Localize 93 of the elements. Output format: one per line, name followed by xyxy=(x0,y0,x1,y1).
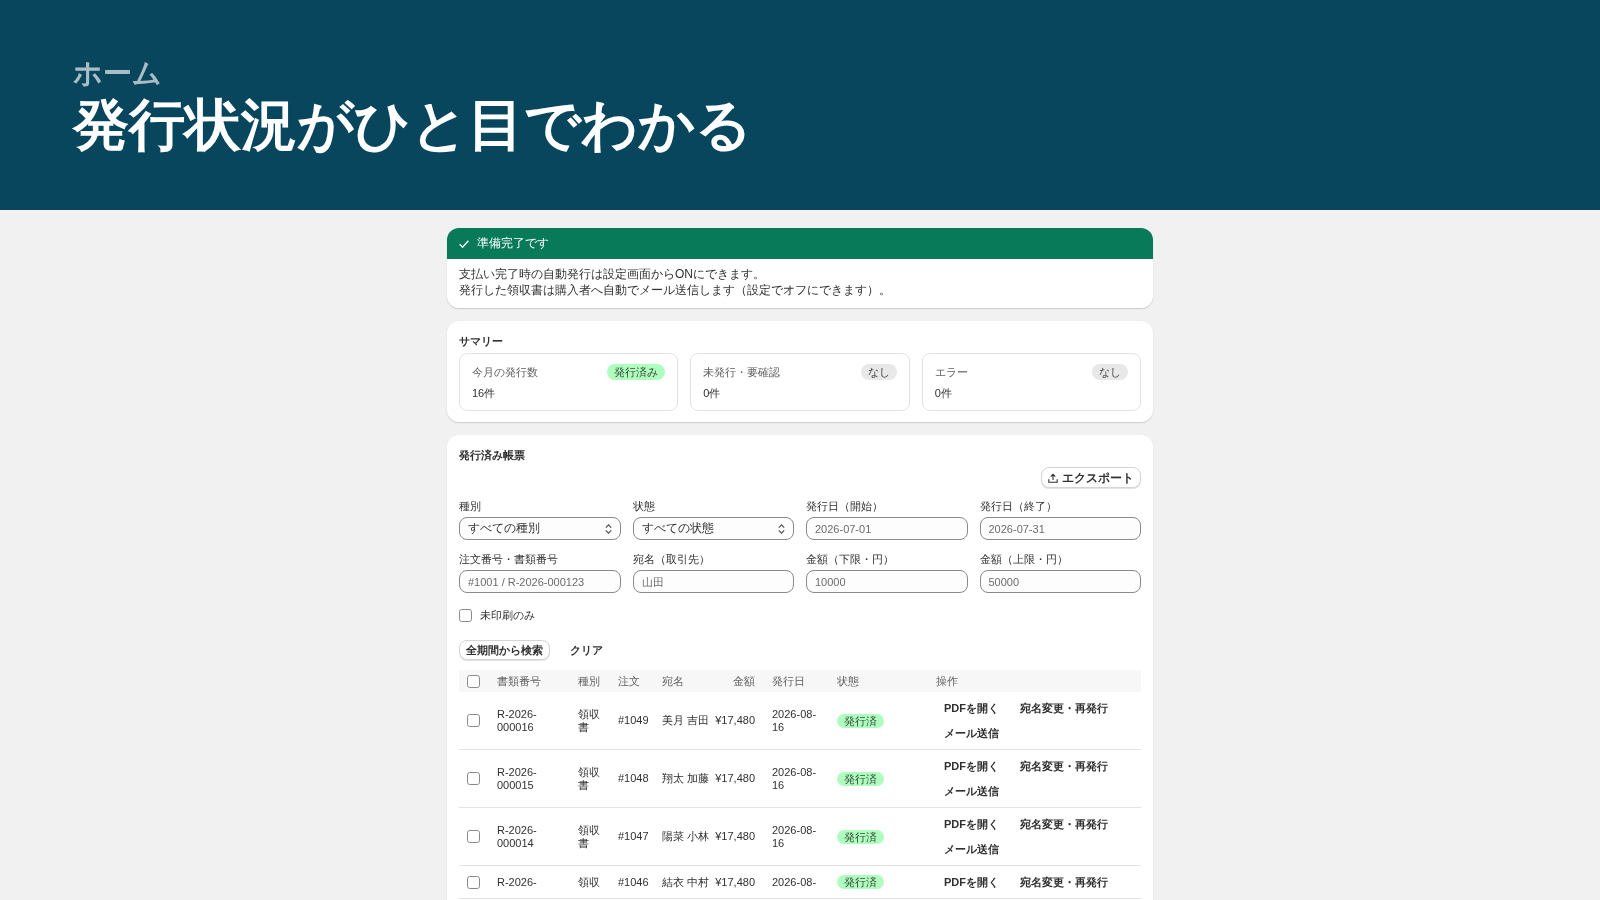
table-cell: R-2026- xyxy=(497,865,578,899)
checkbox[interactable] xyxy=(459,608,472,622)
table-cell: 領収書 xyxy=(578,692,618,750)
table-cell: R-2026-000014 xyxy=(497,807,578,866)
row-action-button[interactable]: 宛名変更・再発行 xyxy=(1012,754,1116,778)
chevron-updown-icon xyxy=(778,523,785,534)
page-title: 発行状況がひと目でわかる xyxy=(73,92,752,158)
row-action-button[interactable]: 宛名変更・再発行 xyxy=(1012,812,1116,836)
stat-label: エラー xyxy=(934,364,968,380)
field-label: 注文番号・書類番号 xyxy=(459,552,559,567)
status-badge: 発行済 xyxy=(837,771,884,786)
status-badge: 発行済 xyxy=(837,713,884,728)
export-button[interactable]: エクスポート xyxy=(1041,467,1141,488)
row-action-button[interactable]: PDFを開く xyxy=(936,754,1007,778)
row-action-button[interactable]: メール送信 xyxy=(936,779,1007,803)
field-label: 金額（上限・円） xyxy=(979,552,1069,567)
section-title: サマリー xyxy=(459,334,504,349)
column-header: 種別 xyxy=(578,674,600,687)
text-button[interactable]: クリア xyxy=(562,640,611,660)
row-action-button[interactable]: メール送信 xyxy=(936,837,1007,861)
row-checkbox[interactable] xyxy=(467,830,480,844)
status-badge: なし xyxy=(860,364,897,380)
status-badge: 発行済み xyxy=(607,364,666,380)
checkbox-label: 未印刷のみ xyxy=(480,607,535,623)
table-cell: 結衣 中村 xyxy=(662,865,712,899)
row-action-button[interactable]: メール送信 xyxy=(936,721,1007,745)
notice-text: 支払い完了時の自動発行は設定画面からONにできます。 xyxy=(459,267,766,283)
column-header: 宛名 xyxy=(662,674,684,687)
table-cell: 陽菜 小林 xyxy=(662,807,712,866)
notice-text: 発行した領収書は購入者へ自動でメール送信します（設定でオフにできます）。 xyxy=(459,282,892,298)
row-action-button[interactable]: 宛名変更・再発行 xyxy=(1012,696,1116,720)
table-cell: ¥17,480 xyxy=(712,692,755,750)
stat-value: 0件 xyxy=(703,386,722,401)
field-label: 宛名（取引先） xyxy=(632,552,711,567)
table-cell: R-2026-000015 xyxy=(497,749,578,808)
stat-label: 今月の発行数 xyxy=(472,364,538,380)
table-cell: 領収書 xyxy=(578,807,618,866)
table-cell: 美月 吉田 xyxy=(662,692,712,750)
section-title: 発行済み帳票 xyxy=(459,448,526,463)
field-label: 発行日（終了） xyxy=(979,499,1058,514)
breadcrumb-text: ホーム xyxy=(73,56,162,91)
row-action-button[interactable]: PDFを開く xyxy=(936,812,1007,836)
column-header: 注文 xyxy=(618,674,640,687)
column-header: 金額 xyxy=(733,674,755,687)
table-cell: 翔太 加藤 xyxy=(662,749,712,808)
check-icon xyxy=(459,239,469,248)
column-header: 状態 xyxy=(837,674,859,687)
row-checkbox[interactable] xyxy=(467,772,480,786)
row-action-button[interactable]: 宛名変更・再発行 xyxy=(1012,870,1116,894)
table-cell: 2026-08-16 xyxy=(755,692,837,750)
input-field[interactable]: 2026-07-01 xyxy=(806,517,968,540)
table-cell: 領収 xyxy=(578,865,618,899)
stat-value: 0件 xyxy=(934,386,953,401)
field-label: 種別 xyxy=(459,499,482,514)
row-checkbox[interactable] xyxy=(467,714,480,728)
row-checkbox[interactable] xyxy=(467,875,480,889)
secondary-button[interactable]: 全期間から検索 xyxy=(459,640,550,660)
row-action-button[interactable]: PDFを開く xyxy=(936,696,1007,720)
row-action-button[interactable]: PDFを開く xyxy=(936,870,1007,894)
field-label: 状態 xyxy=(632,499,656,514)
chevron-updown-icon xyxy=(604,523,612,534)
field-label: 発行日（開始） xyxy=(806,499,884,514)
status-badge: 発行済 xyxy=(837,875,884,889)
table-cell: R-2026-000016 xyxy=(497,692,578,750)
table-cell: #1047 xyxy=(618,807,662,866)
field-label: 金額（下限・円） xyxy=(806,552,895,567)
table-cell: 2026-08-16 xyxy=(755,807,837,866)
status-badge: 発行済 xyxy=(837,829,884,844)
column-header: 発行日 xyxy=(772,674,805,687)
table-cell: #1048 xyxy=(618,749,662,808)
dropdown-select[interactable]: すべての種別 xyxy=(459,517,621,540)
stat-value: 16件 xyxy=(472,386,497,401)
column-header: 操作 xyxy=(936,674,958,687)
notice-title: 準備完了です xyxy=(477,235,549,252)
table-cell: 2026-08-16 xyxy=(755,749,837,808)
table-cell: ¥17,480 xyxy=(712,749,755,808)
table-cell: 2026-08- xyxy=(755,865,837,899)
input-field[interactable]: 50000 xyxy=(979,570,1141,593)
table-cell: #1049 xyxy=(618,692,662,750)
dropdown-select[interactable]: すべての状態 xyxy=(632,517,794,540)
input-field[interactable]: #1001 / R-2026-000123 xyxy=(459,570,621,593)
status-badge: なし xyxy=(1092,364,1128,380)
input-field[interactable]: 2026-07-31 xyxy=(979,517,1141,540)
input-field[interactable]: 山田 xyxy=(632,570,794,593)
upload-icon xyxy=(1048,472,1058,483)
table-cell: 領収書 xyxy=(578,749,618,808)
select-all-checkbox[interactable] xyxy=(467,675,480,689)
table-cell: ¥17,480 xyxy=(712,807,755,866)
table-cell: ¥17,480 xyxy=(712,865,755,899)
column-header: 書類番号 xyxy=(497,674,541,687)
stat-label: 未発行・要確認 xyxy=(703,364,781,380)
input-field[interactable]: 10000 xyxy=(806,570,968,593)
table-cell: #1046 xyxy=(618,865,662,899)
